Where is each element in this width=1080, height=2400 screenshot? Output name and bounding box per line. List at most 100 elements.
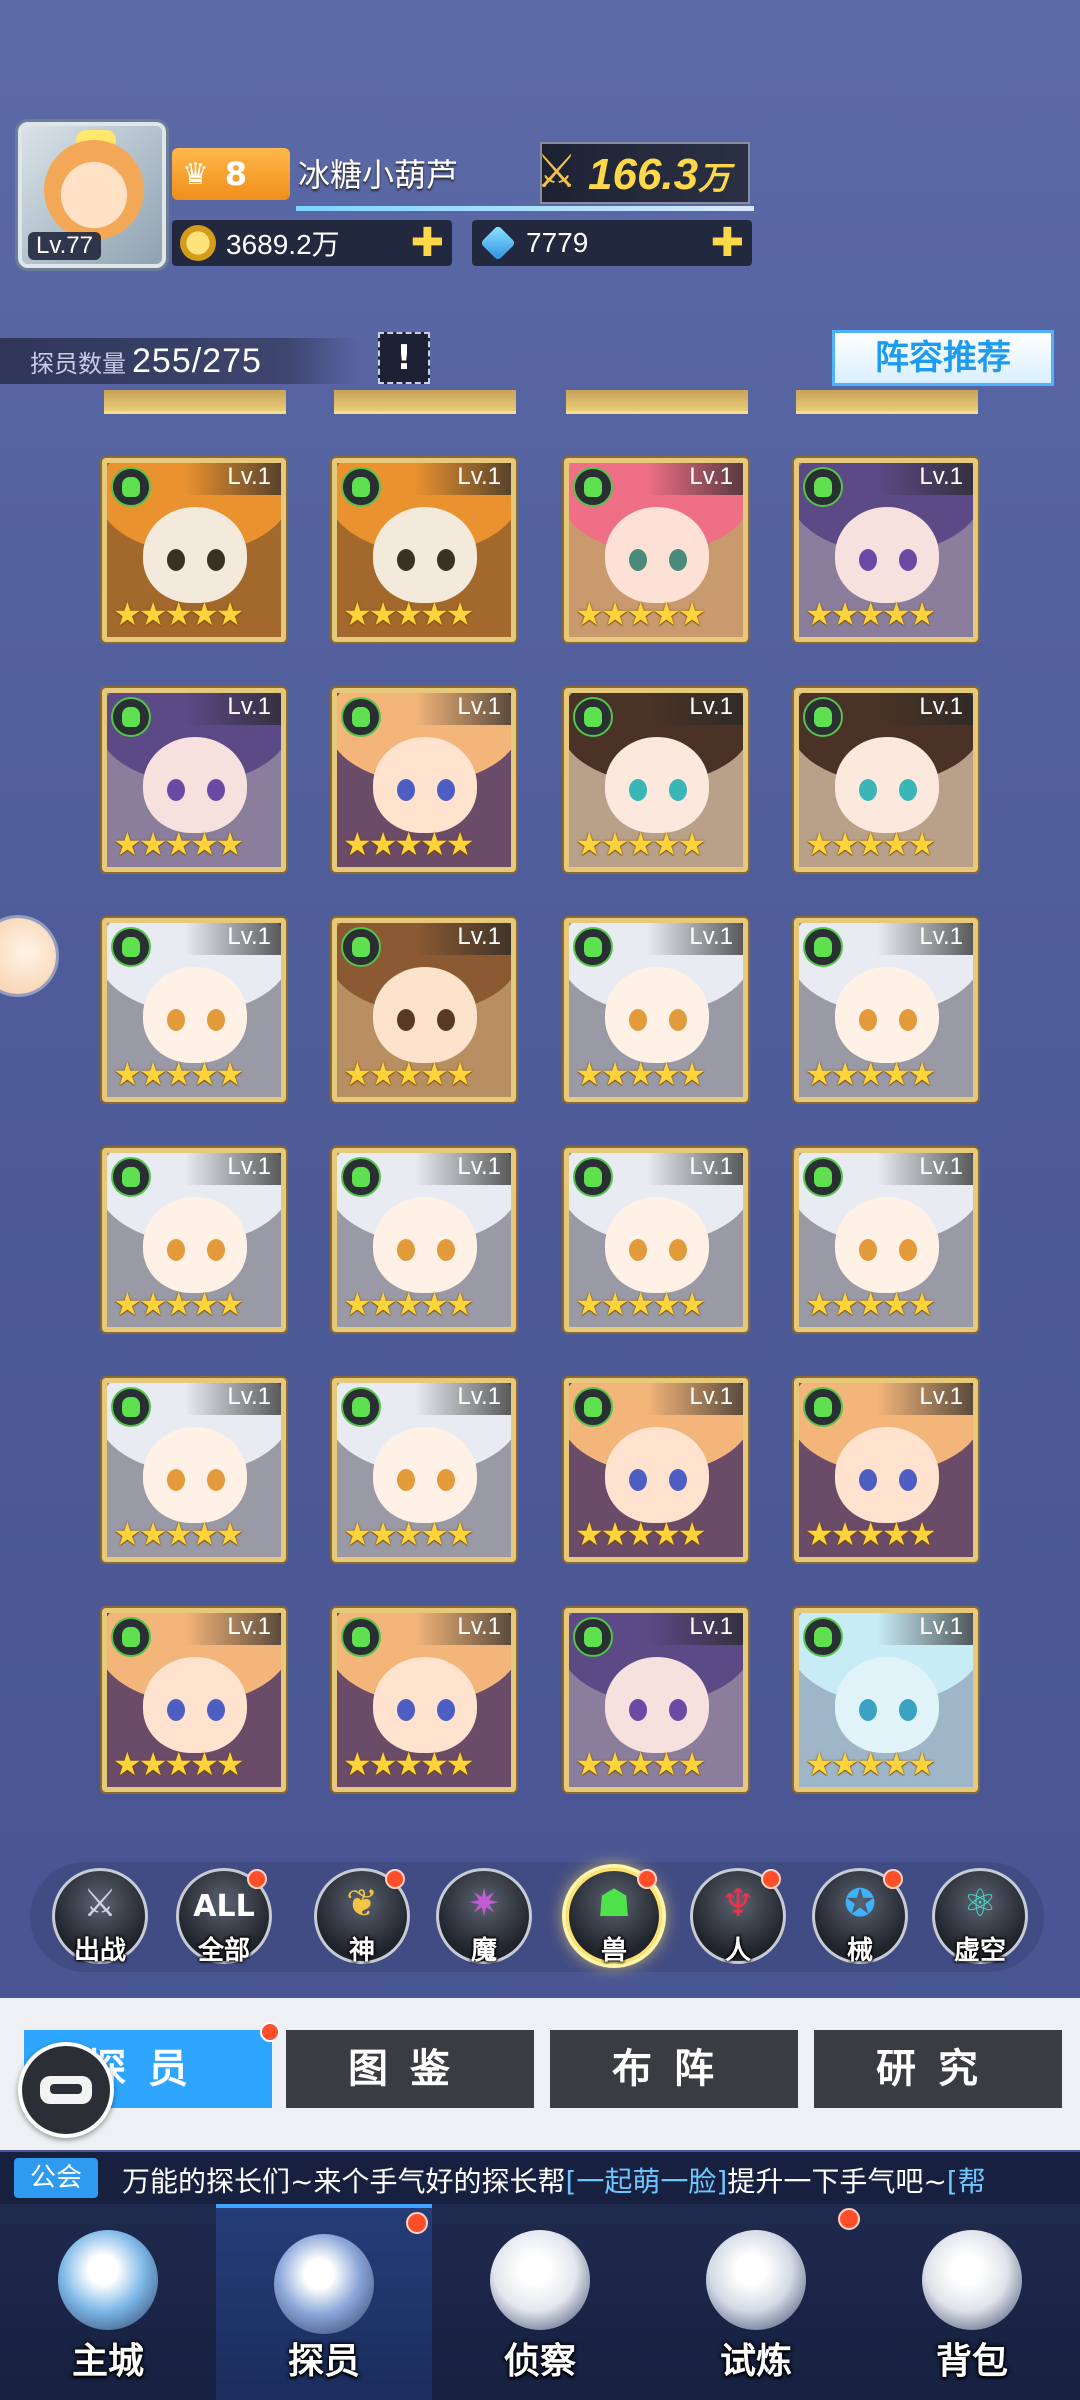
star-rating: ★★★★★ — [113, 1285, 244, 1323]
portrait-eye — [629, 1239, 647, 1261]
agent-card[interactable]: Lv.1 ★★★★★ — [794, 918, 978, 1102]
add-gem-button[interactable]: ✚ — [710, 223, 744, 263]
star-rating: ★★★★★ — [805, 825, 936, 863]
portrait-face — [143, 1197, 247, 1293]
nav-scout[interactable]: 侦察 — [432, 2204, 648, 2400]
nav-main-city[interactable]: 主城 — [0, 2204, 216, 2400]
notification-dot — [260, 2022, 280, 2042]
lineup-recommend-button[interactable]: 阵容推荐 — [832, 330, 1054, 386]
portrait-face — [143, 1427, 247, 1523]
agent-card[interactable]: Lv.1 ★★★★★ — [564, 1378, 748, 1562]
chat-link[interactable]: [帮 — [947, 2165, 986, 2198]
agent-card[interactable]: Lv.1 ★★★★★ — [794, 1378, 978, 1562]
tab-codex[interactable]: 图鉴 — [286, 2030, 534, 2108]
chat-ticker[interactable]: 公会 万能的探长们~来个手气好的探长帮[一起萌一脸]提升一下手气吧~[帮 — [0, 2152, 1080, 2204]
agent-card[interactable]: Lv.1 ★★★★★ — [332, 1608, 516, 1792]
portrait-eye — [669, 1699, 687, 1721]
filter-label: 神 — [348, 1936, 375, 1966]
notification-dot — [838, 2208, 860, 2230]
agent-card[interactable]: Lv.1 ★★★★★ — [102, 1148, 286, 1332]
combat-power: ⚔ 166.3万 — [536, 142, 750, 204]
portrait-eye — [899, 1699, 917, 1721]
portrait-eye — [397, 1009, 415, 1031]
agent-card[interactable]: Lv.1 ★★★★★ — [332, 918, 516, 1102]
beast-faction-icon — [573, 927, 613, 967]
portrait-face — [605, 1427, 709, 1523]
agent-card[interactable]: Lv.1 ★★★★★ — [332, 1378, 516, 1562]
agent-level: Lv.1 — [185, 693, 281, 725]
filter-deployed[interactable]: ⚔ 出战 — [52, 1868, 148, 1966]
portrait-face — [373, 1197, 477, 1293]
portrait-face — [605, 1197, 709, 1293]
vip-rank-badge[interactable]: ♛ 8 — [172, 148, 290, 200]
gem-amount: 7779 — [526, 227, 589, 258]
filter-faction[interactable]: ⚛ 虚空 — [932, 1868, 1028, 1966]
info-button[interactable]: ! — [378, 332, 430, 384]
star-rating: ★★★★★ — [113, 825, 244, 863]
agent-card[interactable]: Lv.1 ★★★★★ — [102, 458, 286, 642]
portrait-eye — [207, 549, 225, 571]
tab-formation[interactable]: 布阵 — [550, 2030, 798, 2108]
player-avatar[interactable]: Lv.77 — [18, 122, 166, 268]
portrait-eye — [167, 549, 185, 571]
star-rating: ★★★★★ — [805, 1515, 936, 1553]
notification-dot — [247, 1869, 267, 1889]
assistant-bot-icon[interactable] — [18, 2042, 114, 2138]
agent-card[interactable]: Lv.1 ★★★★★ — [794, 688, 978, 872]
beast-faction-icon — [111, 1617, 151, 1657]
agent-card[interactable]: Lv.1 ★★★★★ — [332, 458, 516, 642]
agent-card[interactable]: Lv.1 ★★★★★ — [794, 1148, 978, 1332]
agent-card[interactable]: Lv.1 ★★★★★ — [102, 918, 286, 1102]
agent-card[interactable]: Lv.1 ★★★★★ — [102, 688, 286, 872]
agent-card[interactable]: Lv.1 ★★★★★ — [564, 458, 748, 642]
vip-rank: 8 — [224, 155, 248, 193]
portrait-eye — [167, 779, 185, 801]
filter-faction[interactable]: ♆ 人 — [690, 1868, 786, 1966]
chat-message: 万能的探长们~来个手气好的探长帮[一起萌一脸]提升一下手气吧~[帮 — [122, 2160, 986, 2200]
portrait-eye — [437, 779, 455, 801]
agent-card[interactable]: Lv.1 ★★★★★ — [794, 458, 978, 642]
portrait-eye — [859, 1469, 877, 1491]
chat-channel-badge[interactable]: 公会 — [14, 2158, 98, 2198]
agent-card[interactable]: Lv.1 ★★★★★ — [564, 1148, 748, 1332]
add-gold-button[interactable]: ✚ — [410, 223, 444, 263]
agent-card[interactable]: Lv.1 ★★★★★ — [564, 918, 748, 1102]
agent-level: Lv.1 — [185, 1383, 281, 1415]
star-rating: ★★★★★ — [575, 825, 706, 863]
star-rating: ★★★★★ — [343, 1745, 474, 1783]
crown-icon: ♛ — [182, 156, 209, 192]
agent-level: Lv.1 — [877, 1383, 973, 1415]
star-rating: ★★★★★ — [113, 1055, 244, 1093]
main-city-icon — [58, 2230, 158, 2330]
agent-card[interactable]: Lv.1 ★★★★★ — [102, 1378, 286, 1562]
filter-faction[interactable]: ☗ 兽 — [566, 1868, 662, 1966]
agent-card[interactable]: Lv.1 ★★★★★ — [794, 1608, 978, 1792]
nav-trial[interactable]: 试炼 — [648, 2204, 864, 2400]
agent-card[interactable]: Lv.1 ★★★★★ — [564, 688, 748, 872]
agent-card[interactable]: Lv.1 ★★★★★ — [332, 688, 516, 872]
tab-research[interactable]: 研究 — [814, 2030, 1062, 2108]
agent-card[interactable]: Lv.1 ★★★★★ — [102, 1608, 286, 1792]
filter-label: 虚空 — [953, 1936, 1006, 1966]
beast-faction-icon — [341, 467, 381, 507]
filter-all[interactable]: ALL 全部 — [176, 1868, 272, 1966]
chat-link[interactable]: [一起萌一脸] — [565, 2165, 727, 2198]
nav-bag[interactable]: 背包 — [864, 2204, 1080, 2400]
star-rating: ★★★★★ — [805, 595, 936, 633]
side-drawer-handle[interactable] — [0, 918, 56, 994]
agent-card[interactable]: Lv.1 ★★★★★ — [332, 1148, 516, 1332]
filter-faction[interactable]: ✪ 械 — [812, 1868, 908, 1966]
nav-label: 主城 — [71, 2341, 144, 2382]
agent-level: Lv.1 — [415, 1153, 511, 1185]
filter-faction[interactable]: ✷ 魔 — [436, 1868, 532, 1966]
portrait-eye — [167, 1009, 185, 1031]
agent-card[interactable]: Lv.1 ★★★★★ — [564, 1608, 748, 1792]
scrolled-card-edge — [796, 390, 978, 414]
star-rating: ★★★★★ — [343, 1285, 474, 1323]
portrait-eye — [437, 1469, 455, 1491]
beast-faction-icon — [803, 1387, 843, 1427]
nav-agents[interactable]: 探员 — [216, 2204, 432, 2400]
portrait-eye — [669, 779, 687, 801]
agent-level: Lv.1 — [185, 1153, 281, 1185]
filter-faction[interactable]: ❦ 神 — [314, 1868, 410, 1966]
